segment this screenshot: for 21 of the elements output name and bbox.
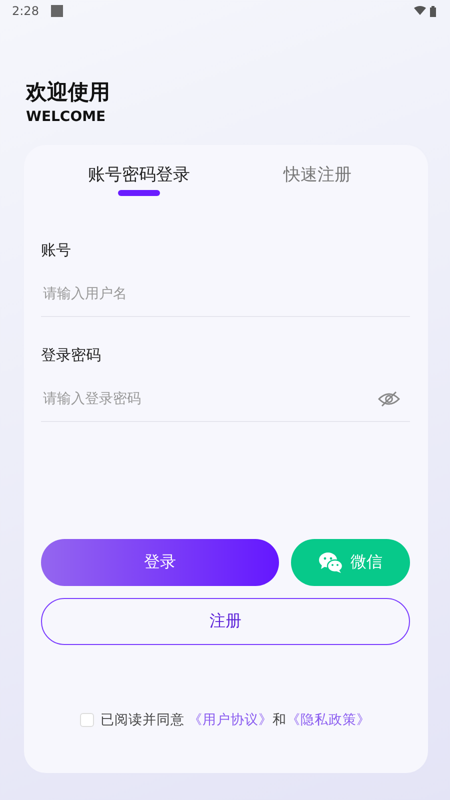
login-button[interactable]: 登录 (41, 539, 279, 586)
welcome-title: 欢迎使用 (26, 79, 111, 106)
field-label: 登录密码 (41, 345, 102, 365)
policy-link[interactable]: 《用户协议》 (188, 712, 273, 728)
welcome-subtitle: WELCOME (26, 108, 107, 127)
policy-link[interactable]: 《隐私政策》 (286, 712, 371, 728)
field-label: 账号 (41, 240, 72, 260)
tab[interactable]: 账号密码登录 (88, 159, 190, 198)
register-button[interactable]: 注册 (41, 598, 410, 645)
notification-icon (50, 5, 63, 17)
agreement-text: 已阅读并同意 《用户协议》和《隐私政策》 (100, 711, 371, 729)
battery-icon (430, 6, 436, 16)
wechat-button[interactable]: 微信 (291, 539, 410, 586)
status-time: 2:28 (12, 4, 39, 18)
tab[interactable]: 快速注册 (283, 159, 352, 198)
wifi-icon (414, 6, 426, 14)
chat-bubbles-icon (318, 552, 342, 574)
username-field[interactable]: 请输入用户名 (41, 286, 410, 302)
password-field[interactable]: 请输入登录密码 (41, 391, 378, 407)
agree-checkbox[interactable] (80, 713, 94, 727)
hidden-eye-icon[interactable] (378, 391, 400, 407)
